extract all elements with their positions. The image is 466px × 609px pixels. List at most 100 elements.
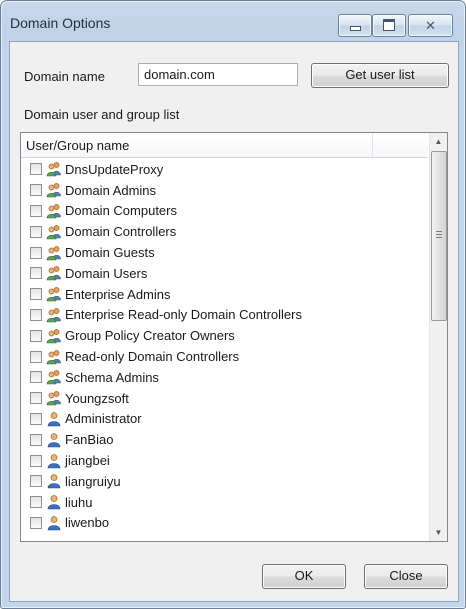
row-checkbox[interactable] xyxy=(30,392,42,405)
domain-name-label: Domain name xyxy=(24,69,105,84)
list-item[interactable]: jiangbei xyxy=(21,450,428,471)
dialog-window: Domain Options ✕ Domain name Get user li… xyxy=(0,0,466,609)
list-item[interactable]: Domain Guests xyxy=(21,242,428,263)
row-checkbox[interactable] xyxy=(30,225,42,238)
list-item[interactable]: Schema Admins xyxy=(21,367,428,388)
list-item-label: liangruiyu xyxy=(65,473,121,489)
user-icon xyxy=(46,494,62,510)
list-header: User/Group name xyxy=(21,133,428,158)
group-icon xyxy=(46,328,62,344)
domain-name-input[interactable] xyxy=(138,63,298,86)
grip-line xyxy=(436,231,442,232)
row-checkbox[interactable] xyxy=(30,496,42,509)
list-section-label: Domain user and group list xyxy=(24,107,180,122)
group-icon xyxy=(46,265,62,281)
user-group-list[interactable]: User/Group name DnsUpdateProxy Domain Adm… xyxy=(20,132,448,542)
minimize-button[interactable] xyxy=(338,14,372,37)
row-checkbox[interactable] xyxy=(30,454,42,467)
list-item[interactable]: Enterprise Admins xyxy=(21,284,428,305)
maximize-icon xyxy=(383,19,395,31)
row-checkbox[interactable] xyxy=(30,433,42,446)
row-checkbox[interactable] xyxy=(30,516,42,529)
group-icon xyxy=(46,245,62,261)
user-icon xyxy=(46,453,62,469)
column-header-label: User/Group name xyxy=(26,138,130,153)
list-item[interactable]: FanBiao xyxy=(21,429,428,450)
list-item-label: jiangbei xyxy=(65,453,110,469)
row-checkbox[interactable] xyxy=(30,371,42,384)
list-item-label: DnsUpdateProxy xyxy=(65,161,164,177)
list-item[interactable]: liangruiyu xyxy=(21,471,428,492)
group-icon xyxy=(46,224,62,240)
vertical-scrollbar[interactable]: ▲ ▼ xyxy=(429,133,447,541)
list-item-label: Domain Controllers xyxy=(65,224,177,240)
row-checkbox[interactable] xyxy=(30,184,42,197)
title-bar[interactable]: Domain Options ✕ xyxy=(1,1,465,41)
list-item-label: Read-only Domain Controllers xyxy=(65,349,240,365)
list-item-label: Enterprise Admins xyxy=(65,286,171,302)
list-item[interactable]: Domain Users xyxy=(21,263,428,284)
list-item-label: liuhu xyxy=(65,494,93,510)
row-checkbox[interactable] xyxy=(30,267,42,280)
list-item-label: FanBiao xyxy=(65,432,114,448)
user-icon xyxy=(46,411,62,427)
list-item-label: liwenbo xyxy=(65,515,110,531)
list-item-label: Enterprise Read-only Domain Controllers xyxy=(65,307,302,323)
group-icon xyxy=(46,307,62,323)
group-icon xyxy=(46,286,62,302)
scroll-down-arrow-icon[interactable]: ▼ xyxy=(430,524,447,541)
list-item[interactable]: Domain Admins xyxy=(21,180,428,201)
list-item[interactable]: Group Policy Creator Owners xyxy=(21,325,428,346)
group-icon xyxy=(46,161,62,177)
group-icon xyxy=(46,182,62,198)
list-item[interactable]: Domain Controllers xyxy=(21,221,428,242)
list-item[interactable]: Youngzsoft xyxy=(21,388,428,409)
list-item-label: Domain Computers xyxy=(65,203,177,219)
window-close-button[interactable]: ✕ xyxy=(408,14,453,37)
close-icon: ✕ xyxy=(425,18,436,33)
minimize-icon xyxy=(350,26,361,31)
row-checkbox[interactable] xyxy=(30,475,42,488)
group-icon xyxy=(46,203,62,219)
scrollbar-thumb[interactable] xyxy=(431,151,447,321)
row-checkbox[interactable] xyxy=(30,350,42,363)
ok-button[interactable]: OK xyxy=(262,564,346,589)
grip-line xyxy=(436,234,442,235)
group-icon xyxy=(46,349,62,365)
list-item-label: Administrator xyxy=(65,411,142,427)
close-button[interactable]: Close xyxy=(364,564,448,589)
row-checkbox[interactable] xyxy=(30,288,42,301)
list-item-label: Domain Admins xyxy=(65,182,157,198)
list-item[interactable]: Administrator xyxy=(21,409,428,430)
row-checkbox[interactable] xyxy=(30,308,42,321)
row-checkbox[interactable] xyxy=(30,412,42,425)
column-header-user-group-name[interactable]: User/Group name xyxy=(21,133,373,157)
user-icon xyxy=(46,473,62,489)
row-checkbox[interactable] xyxy=(30,329,42,342)
list-item-label: Domain Users xyxy=(65,265,148,281)
list-item-label: Schema Admins xyxy=(65,369,159,385)
group-icon xyxy=(46,390,62,406)
list-item[interactable]: DnsUpdateProxy xyxy=(21,159,428,180)
maximize-button[interactable] xyxy=(372,14,406,37)
get-user-list-button[interactable]: Get user list xyxy=(311,63,449,88)
group-icon xyxy=(46,369,62,385)
window-title: Domain Options xyxy=(10,15,111,31)
row-checkbox[interactable] xyxy=(30,163,42,176)
list-item[interactable]: Read-only Domain Controllers xyxy=(21,346,428,367)
list-rows: DnsUpdateProxy Domain Admins Domain Comput… xyxy=(21,159,428,541)
grip-line xyxy=(436,237,442,238)
row-checkbox[interactable] xyxy=(30,204,42,217)
list-item[interactable]: liuhu xyxy=(21,492,428,513)
user-icon xyxy=(46,515,62,531)
list-item[interactable]: liwenbo xyxy=(21,513,428,534)
dialog-body: Domain name Get user list Domain user an… xyxy=(9,41,459,602)
list-item[interactable]: Enterprise Read-only Domain Controllers xyxy=(21,305,428,326)
user-icon xyxy=(46,432,62,448)
row-checkbox[interactable] xyxy=(30,246,42,259)
list-item[interactable]: Domain Computers xyxy=(21,201,428,222)
list-item-label: Group Policy Creator Owners xyxy=(65,328,235,344)
list-item-label: Domain Guests xyxy=(65,245,155,261)
scroll-up-arrow-icon[interactable]: ▲ xyxy=(430,133,447,150)
list-item-label: Youngzsoft xyxy=(65,390,129,406)
